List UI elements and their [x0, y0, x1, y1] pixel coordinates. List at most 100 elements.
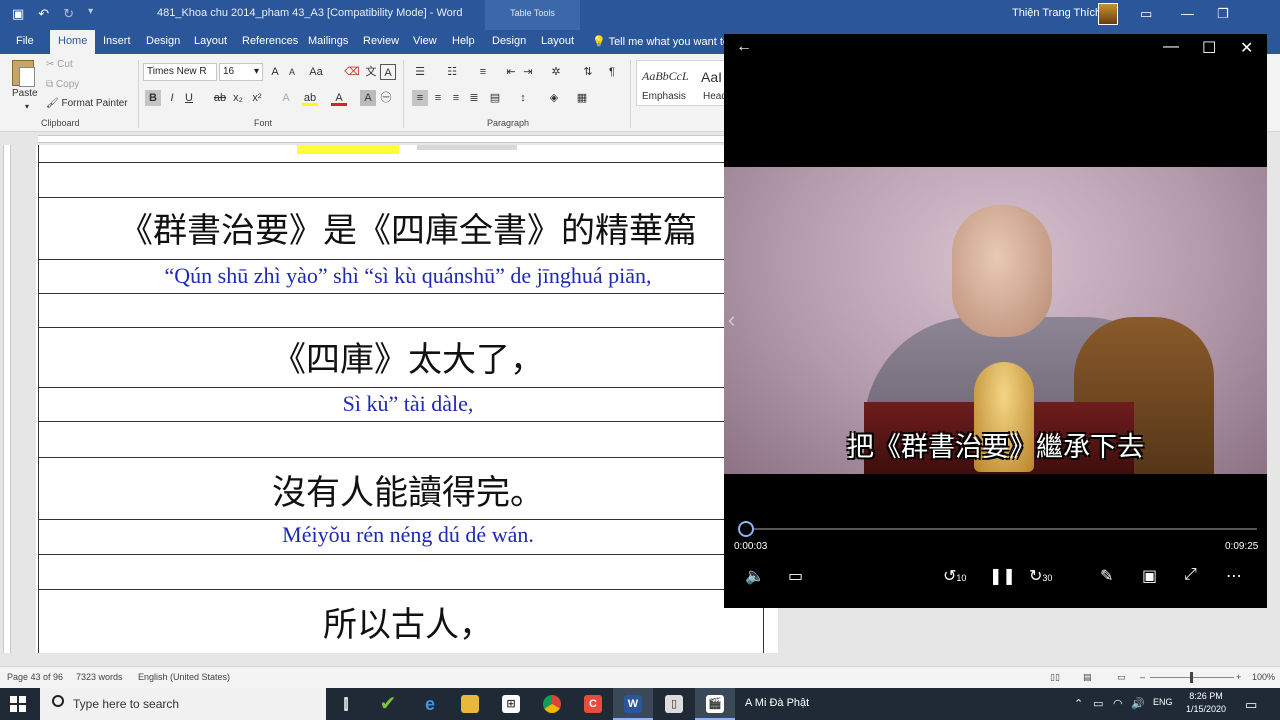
battery-icon[interactable]: ▭ — [1093, 697, 1103, 710]
back-arrow-icon[interactable]: ← — [736, 38, 752, 56]
user-name[interactable]: Thiện Trang Thích — [1012, 7, 1101, 19]
tab-table-layout[interactable]: Layout — [541, 35, 574, 47]
chinese-line[interactable]: 沒有人能讀得完。 — [38, 465, 778, 514]
movies-tv-icon[interactable]: 🎬 — [695, 688, 735, 720]
edge-icon[interactable]: e — [410, 688, 450, 720]
notification-icon[interactable]: ▭ — [1245, 697, 1257, 713]
highlight-color-icon[interactable]: ab — [302, 90, 318, 106]
zoom-level[interactable]: 100% — [1252, 672, 1275, 682]
shading-icon[interactable]: ◈ — [546, 90, 562, 106]
minimize-button[interactable]: — — [1163, 38, 1179, 56]
video-player-window[interactable]: ← — ☐ ✕ ‹ 把《群書治要》繼承下去 0:00:03 0:09:25 🔈 … — [724, 34, 1267, 608]
grow-font-icon[interactable]: A — [267, 64, 283, 80]
pinyin-line[interactable]: Sì kù” tài dàle, — [38, 391, 778, 417]
word-count[interactable]: 7323 words — [76, 672, 123, 682]
chrome-icon[interactable] — [532, 688, 572, 720]
print-layout-icon[interactable]: ▤ — [1083, 672, 1092, 683]
decrease-indent-icon[interactable]: ⇤ — [503, 64, 519, 80]
clock[interactable]: 8:26 PM 1/15/2020 — [1186, 690, 1226, 716]
tab-mailings[interactable]: Mailings — [308, 35, 348, 47]
align-right-icon[interactable]: ≡ — [448, 90, 464, 106]
align-left-icon[interactable]: ≡ — [412, 90, 428, 106]
taskbar-search[interactable]: Type here to search — [40, 688, 326, 720]
volume-icon[interactable]: 🔊 — [1131, 697, 1145, 710]
task-view-icon[interactable]: ⫿ — [326, 688, 366, 720]
store-icon[interactable]: ⊞ — [491, 688, 531, 720]
zoom-slider-thumb[interactable] — [1190, 672, 1193, 683]
chinese-line[interactable]: 《四庫》太大了， — [38, 332, 778, 381]
tab-design[interactable]: Design — [146, 35, 180, 47]
document-page[interactable]: 《群書治要》是《四庫全書》的精華篇 “Qún shū zhì yào” shì … — [36, 145, 778, 653]
volume-icon[interactable]: 🔈 — [745, 566, 765, 586]
subscript-button[interactable]: x₂ — [230, 90, 246, 106]
pause-icon[interactable]: ❚❚ — [989, 566, 1016, 586]
line-spacing-icon[interactable]: ↕ — [515, 90, 531, 106]
skip-back-icon[interactable]: ↺10 — [943, 566, 966, 586]
more-options-icon[interactable]: ⋯ — [1226, 566, 1242, 586]
file-explorer-icon[interactable] — [450, 688, 490, 720]
skip-forward-icon[interactable]: ↻30 — [1029, 566, 1052, 586]
superscript-button[interactable]: x² — [249, 90, 265, 106]
seek-bar[interactable] — [744, 528, 1257, 530]
edit-pencil-icon[interactable]: ✎ — [1100, 566, 1113, 586]
pinyin-line[interactable]: Méiyǒu rén néng dú dé wán. — [38, 522, 778, 548]
bold-button[interactable]: B — [145, 90, 161, 106]
tab-view[interactable]: View — [413, 35, 437, 47]
underline-button[interactable]: U — [181, 90, 197, 106]
font-size-select[interactable]: 16 ▾ — [219, 63, 263, 81]
customize-qat-icon[interactable]: ▾ — [88, 6, 93, 22]
redo-icon[interactable]: ↻ — [63, 6, 74, 22]
cut-button[interactable]: ✂ Cut — [46, 59, 73, 70]
multilevel-list-icon[interactable]: ≡ — [475, 64, 491, 80]
close-icon[interactable]: ✕ — [1240, 38, 1253, 58]
seek-thumb[interactable] — [738, 521, 754, 537]
chinese-line[interactable]: 《群書治要》是《四庫全書》的精華篇 — [38, 203, 778, 252]
bullets-icon[interactable]: ☰ — [412, 64, 428, 80]
language-indicator[interactable]: English (United States) — [138, 672, 230, 682]
app-icon[interactable]: ▯ — [654, 688, 694, 720]
numbering-icon[interactable]: ☷ — [444, 64, 460, 80]
ribbon-display-options-icon[interactable]: ▭ — [1140, 6, 1152, 22]
font-family-select[interactable]: Times New R — [143, 63, 217, 81]
undo-icon[interactable]: ↶ — [38, 6, 49, 22]
sort-icon[interactable]: ⇅ — [580, 64, 596, 80]
word-icon[interactable]: W — [613, 688, 653, 720]
zoom-in-icon[interactable]: + — [1236, 672, 1241, 682]
change-case-icon[interactable]: Aa — [308, 64, 324, 80]
zoom-out-icon[interactable]: – — [1140, 672, 1145, 682]
tell-me-search[interactable]: 💡 Tell me what you want to — [592, 35, 729, 48]
style-preview-emphasis[interactable]: AaBbCcL — [642, 69, 689, 84]
paste-dropdown-icon[interactable]: ▾ — [25, 102, 29, 111]
copy-button[interactable]: ⧉ Copy — [46, 79, 79, 90]
align-center-icon[interactable]: ≡ — [430, 90, 446, 106]
save-icon[interactable]: ▣ — [12, 6, 24, 22]
tab-home[interactable]: Home — [50, 30, 96, 54]
tab-help[interactable]: Help — [452, 35, 475, 47]
checkmark-app-icon[interactable]: ✔ — [368, 688, 408, 720]
phonetic-guide-icon[interactable]: 文 — [363, 64, 379, 80]
maximize-button[interactable]: ☐ — [1202, 38, 1216, 58]
text-effects-icon[interactable]: A — [278, 90, 294, 106]
tab-file[interactable]: File — [16, 35, 34, 47]
avatar[interactable] — [1098, 3, 1118, 25]
strikethrough-button[interactable]: ab — [212, 90, 228, 106]
video-frame[interactable]: ‹ 把《群書治要》繼承下去 — [724, 167, 1267, 474]
wifi-icon[interactable]: ◠ — [1113, 697, 1123, 710]
tab-table-design[interactable]: Design — [492, 35, 526, 47]
language-indicator[interactable]: ENG — [1153, 697, 1173, 707]
vertical-ruler[interactable] — [0, 145, 14, 653]
chevron-left-icon[interactable]: ‹ — [728, 307, 735, 333]
page-count[interactable]: Page 43 of 96 — [7, 672, 63, 682]
asian-layout-icon[interactable]: ✲ — [548, 64, 564, 80]
italic-button[interactable]: I — [164, 90, 180, 106]
web-layout-icon[interactable]: ▭ — [1117, 672, 1126, 683]
format-painter-button[interactable]: 🖌 Format Painter — [46, 98, 128, 109]
windows-start-icon[interactable] — [10, 696, 26, 712]
active-window-label[interactable]: A Mi Đà Phật — [745, 697, 809, 709]
read-mode-icon[interactable]: ▯▯ — [1050, 672, 1060, 683]
style-preview-heading[interactable]: AaI — [701, 69, 722, 85]
show-marks-icon[interactable]: ¶ — [604, 64, 620, 80]
character-border-icon[interactable]: A — [380, 64, 396, 80]
distributed-icon[interactable]: ▤ — [487, 90, 503, 106]
justify-icon[interactable]: ≣ — [466, 90, 482, 106]
